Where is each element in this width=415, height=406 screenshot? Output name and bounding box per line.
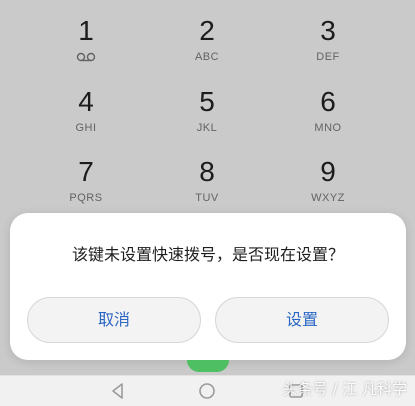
speed-dial-dialog: 该键未设置快速拨号，是否现在设置？ 取消 设置 — [10, 213, 406, 360]
dialog-message: 该键未设置快速拨号，是否现在设置？ — [71, 245, 344, 264]
home-icon[interactable] — [197, 381, 217, 401]
settings-button[interactable]: 设置 — [215, 297, 389, 343]
watermark: 头条号 / 江 凡科学 — [282, 380, 407, 398]
cancel-button[interactable]: 取消 — [27, 297, 201, 343]
call-button[interactable] — [187, 360, 229, 372]
back-icon[interactable] — [108, 381, 128, 401]
